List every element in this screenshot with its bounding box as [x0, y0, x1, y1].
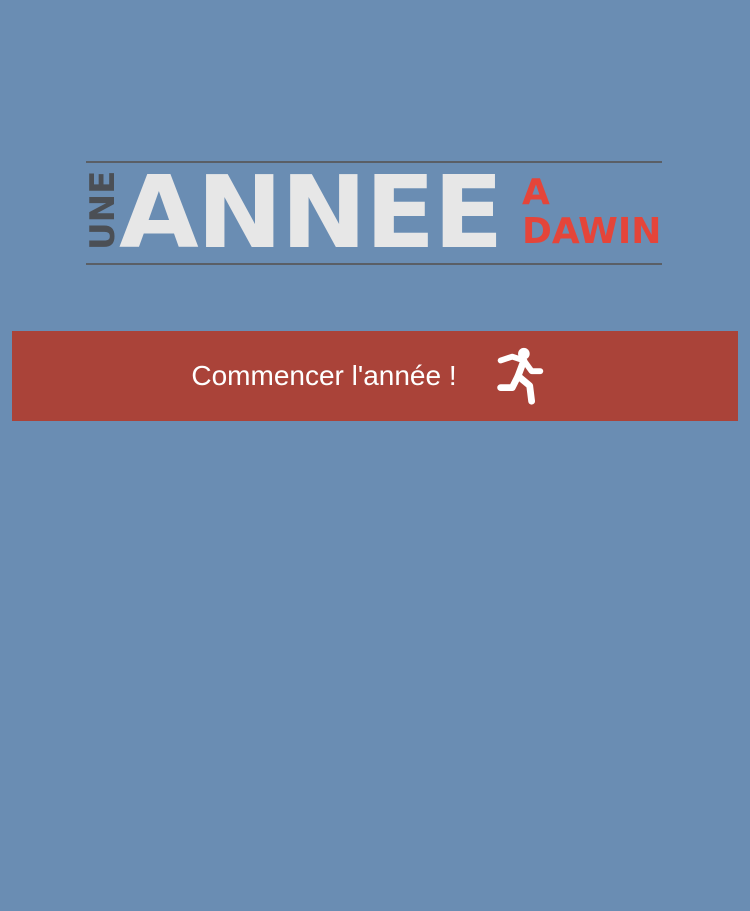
page: UNE ANNEE A DAWIN Commencer l'année ! [0, 0, 750, 911]
logo-bottom-rule [86, 263, 662, 265]
running-person-icon [489, 345, 551, 407]
logo-annee-text: ANNEE [119, 154, 504, 271]
app-logo: UNE ANNEE A DAWIN [83, 154, 664, 271]
start-year-label: Commencer l'année ! [191, 360, 457, 391]
logo-une-text: UNE [83, 170, 123, 250]
start-year-button[interactable]: Commencer l'année ! [12, 331, 738, 421]
logo-dawin-text: DAWIN [522, 211, 662, 252]
logo-a-text: A [522, 172, 550, 213]
